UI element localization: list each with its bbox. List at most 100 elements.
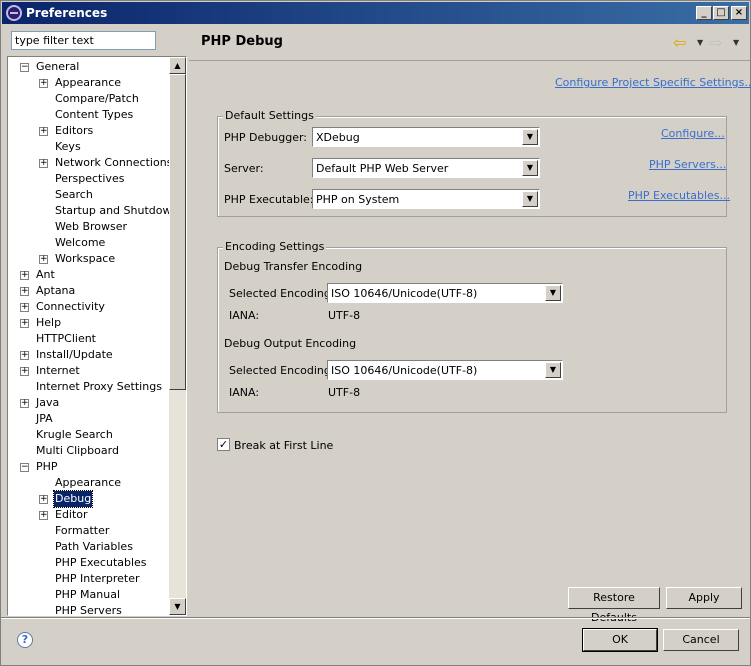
tree-item[interactable]: + Workspace [8,251,170,267]
php-servers-link[interactable]: PHP Servers... [649,158,726,171]
transfer-encoding-select[interactable]: ISO 10646/Unicode(UTF-8) ▼ [327,283,563,303]
tree-item[interactable]: + Editor [8,507,170,523]
expand-icon[interactable]: + [20,399,29,408]
expand-icon[interactable]: + [39,495,48,504]
tree-item[interactable]: + Internet [8,363,170,379]
tree-item[interactable]: + Connectivity [8,299,170,315]
scroll-thumb[interactable] [169,74,186,390]
tree-item[interactable]: Path Variables [8,539,170,555]
maximize-button[interactable]: □ [713,6,729,20]
tree-item-label: Workspace [55,252,116,265]
expand-icon[interactable]: + [39,159,48,168]
break-first-line-checkbox[interactable]: ✓ [217,438,230,451]
filter-input[interactable] [11,31,156,50]
chevron-down-icon[interactable]: ▼ [545,362,561,378]
tree-item-label: Java [36,396,60,409]
tree-item[interactable]: − General [8,59,170,75]
back-arrow-icon[interactable]: ⇦ [673,33,686,52]
expand-icon[interactable]: + [20,303,29,312]
configure-link[interactable]: Configure... [661,127,725,140]
tree-item[interactable]: Welcome [8,235,170,251]
help-icon[interactable]: ? [17,632,33,648]
tree-item[interactable]: PHP Manual [8,587,170,603]
scroll-up-button[interactable]: ▲ [169,57,186,74]
server-select[interactable]: Default PHP Web Server ▼ [312,158,540,178]
tree-item[interactable]: + Debug [8,490,170,508]
php-executables-link[interactable]: PHP Executables... [628,189,730,202]
chevron-down-icon[interactable]: ▼ [545,285,561,301]
transfer-iana-label: IANA: [229,309,260,322]
tree-item[interactable]: + Help [8,315,170,331]
apply-button[interactable]: Apply [666,587,742,609]
tree-item[interactable]: Keys [8,139,170,155]
expand-icon[interactable]: + [39,127,48,136]
tree-item[interactable]: Perspectives [8,171,170,187]
tree-scrollbar[interactable]: ▲ ▼ [169,57,186,615]
expand-icon[interactable]: + [39,79,48,88]
eclipse-icon [6,5,22,21]
tree-item-label: Connectivity [36,300,105,313]
php-debugger-select[interactable]: XDebug ▼ [312,127,540,147]
title-bar[interactable]: Preferences _ □ × [2,2,749,24]
cancel-button[interactable]: Cancel [663,629,739,651]
tree-item[interactable]: PHP Servers [8,603,170,615]
tree-item[interactable]: + Appearance [8,75,170,91]
configure-project-link[interactable]: Configure Project Specific Settings... [555,76,751,89]
output-iana-value: UTF-8 [328,386,361,399]
tree-item[interactable]: Multi Clipboard [8,443,170,459]
back-menu-caret-icon[interactable]: ▼ [697,38,703,47]
expand-icon[interactable]: + [20,319,29,328]
tree-item[interactable]: Web Browser [8,219,170,235]
collapse-icon[interactable]: − [20,463,29,472]
output-iana-label: IANA: [229,386,260,399]
expand-icon[interactable]: + [39,255,48,264]
tree-item[interactable]: + Install/Update [8,347,170,363]
tree-item[interactable]: + Network Connections [8,155,172,171]
break-first-line-label[interactable]: Break at First Line [234,439,333,452]
expand-icon[interactable]: + [20,351,29,360]
tree-item-label: Formatter [55,524,110,537]
tree-item-label: Debug [52,490,94,508]
tree-item[interactable]: + Ant [8,267,170,283]
expand-icon[interactable]: + [20,271,29,280]
expand-icon[interactable]: + [20,287,29,296]
minimize-button[interactable]: _ [696,6,712,20]
tree-item[interactable]: Compare/Patch [8,91,170,107]
chevron-down-icon[interactable]: ▼ [522,191,538,207]
tree-item[interactable]: Formatter [8,523,170,539]
tree-item[interactable]: Search [8,187,170,203]
tree-item[interactable]: Content Types [8,107,170,123]
php-debugger-label: PHP Debugger: [224,131,307,144]
tree-item[interactable]: PHP Interpreter [8,571,170,587]
scroll-down-button[interactable]: ▼ [169,598,186,615]
tree-item[interactable]: HTTPClient [8,331,170,347]
chevron-down-icon[interactable]: ▼ [522,129,538,145]
tree-item[interactable]: Startup and Shutdown [8,203,178,219]
tree-item-label: Web Browser [55,220,128,233]
output-encoding-heading: Debug Output Encoding [224,337,357,350]
tree-item[interactable]: Appearance [8,475,170,491]
tree-item[interactable]: + Java [8,395,170,411]
tree-item[interactable]: − PHP [8,459,170,475]
tree-item[interactable]: PHP Executables [8,555,170,571]
chevron-down-icon[interactable]: ▼ [522,160,538,176]
server-label: Server: [224,162,264,175]
tree-item[interactable]: JPA [8,411,170,427]
close-button[interactable]: × [731,6,747,20]
tree-item[interactable]: + Editors [8,123,170,139]
expand-icon[interactable]: + [20,367,29,376]
tree-item[interactable]: Internet Proxy Settings [8,379,170,395]
preferences-tree: − General + Appearance Compare/Patch Content … [7,56,187,616]
tree-item[interactable]: Krugle Search [8,427,170,443]
output-encoding-select[interactable]: ISO 10646/Unicode(UTF-8) ▼ [327,360,563,380]
forward-arrow-icon[interactable]: ⇨ [709,33,722,52]
tree-item-label: General [36,60,80,73]
tree-item[interactable]: + Aptana [8,283,170,299]
collapse-icon[interactable]: − [20,63,29,72]
forward-menu-caret-icon[interactable]: ▼ [733,38,739,47]
expand-icon[interactable]: + [39,511,48,520]
tree-item-label: JPA [36,412,53,425]
restore-defaults-button[interactable]: Restore Defaults [568,587,660,624]
ok-button[interactable]: OK [582,628,658,652]
php-executable-select[interactable]: PHP on System ▼ [312,189,540,209]
